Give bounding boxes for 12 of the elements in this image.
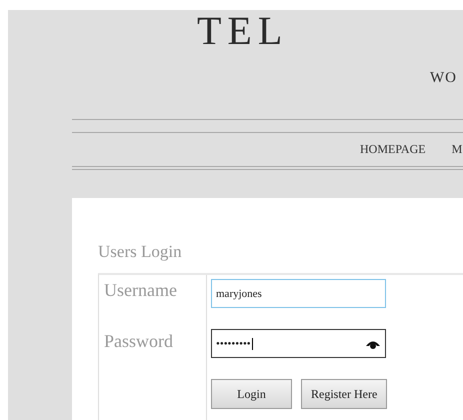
site-logo: TEL [197,14,288,48]
field-label: Username [104,280,178,302]
nav-link[interactable]: M [452,142,462,157]
site-tagline: WO [430,70,458,87]
username-field[interactable]: maryjones [211,279,386,308]
nav-link[interactable]: HOMEPAGE [360,142,426,157]
password-field[interactable]: ••••••••• [211,329,386,358]
eye-icon[interactable] [365,338,381,348]
field-label: Password [104,331,174,353]
form-title: Users Login [98,242,183,262]
register-button[interactable]: Register Here [301,379,388,409]
login-button[interactable]: Login [211,379,292,409]
